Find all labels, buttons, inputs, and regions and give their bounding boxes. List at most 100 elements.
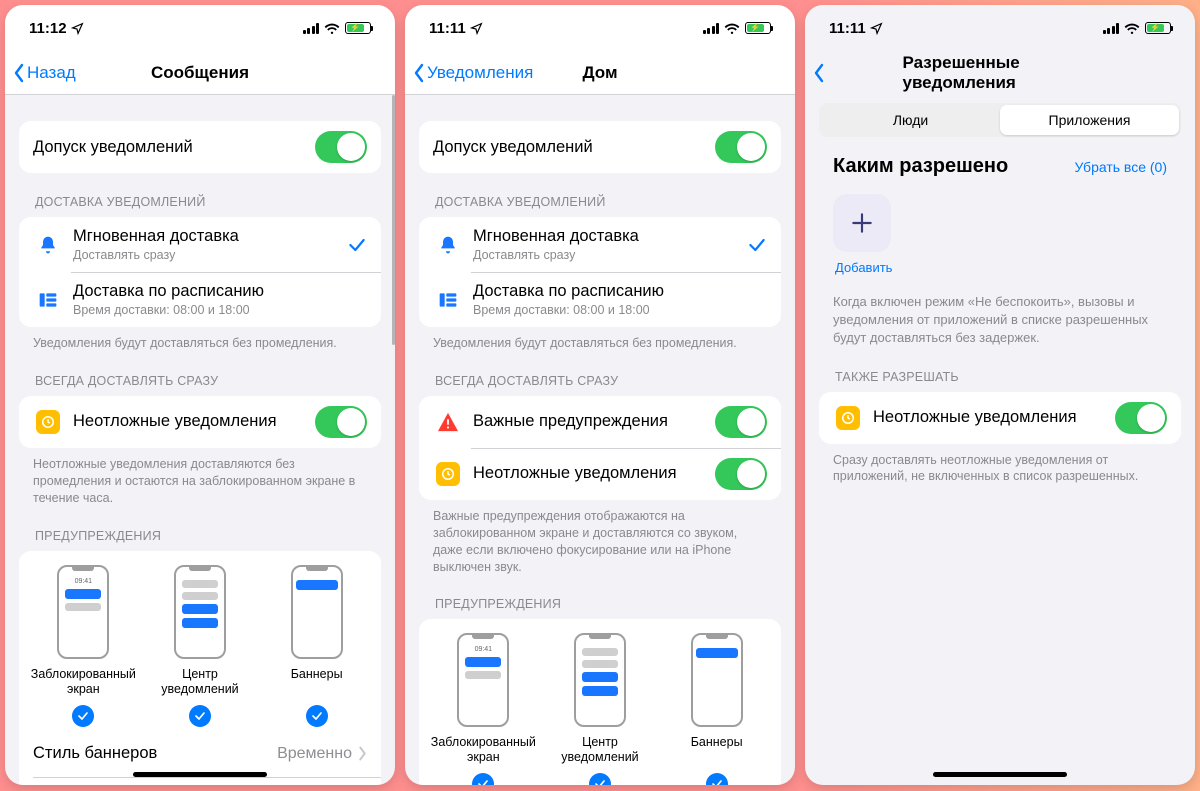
alert-lock-option[interactable]: 09:41 Заблокированный экран — [26, 565, 142, 727]
add-label[interactable]: Добавить — [835, 260, 892, 275]
status-time: 11:11 — [829, 20, 866, 37]
remove-all-link[interactable]: Убрать все (0) — [1074, 159, 1167, 175]
urgent-toggle[interactable] — [315, 406, 367, 438]
alert-center-label: Центр уведомлений — [542, 735, 658, 765]
immediate-title: Мгновенная доставка — [473, 227, 747, 246]
urgent-toggle[interactable] — [715, 458, 767, 490]
alert-lock-label: Заблокированный экран — [426, 735, 542, 765]
battery-icon: ⚡ — [1145, 22, 1171, 34]
banner-style-row[interactable]: Стиль баннеров Временно — [19, 731, 381, 777]
chevron-left-icon — [813, 63, 825, 83]
scheduled-sub: Время доставки: 08:00 и 18:00 — [73, 303, 367, 317]
alert-lock-option[interactable]: 09:41 Заблокированный экран — [426, 633, 542, 785]
center-preview-icon — [574, 633, 626, 727]
schedule-icon — [38, 290, 58, 310]
alert-lock-label: Заблокированный экран — [26, 667, 142, 697]
clock-icon — [436, 462, 460, 486]
sounds-row[interactable]: Звуки Нота — [19, 777, 381, 786]
banner-style-value: Временно — [277, 745, 352, 763]
allow-notifications-row[interactable]: Допуск уведомлений — [419, 121, 781, 173]
urgent-row[interactable]: Неотложные уведомления — [19, 396, 381, 448]
scheduled-delivery-row[interactable]: Доставка по расписанию Время доставки: 0… — [19, 272, 381, 327]
nav-header: Уведомления Дом — [405, 51, 795, 95]
chevron-left-icon — [413, 63, 425, 83]
checkmark-icon — [747, 235, 767, 255]
banners-preview-icon — [691, 633, 743, 727]
location-icon — [470, 22, 483, 35]
bell-icon — [438, 234, 458, 256]
wifi-icon — [724, 22, 740, 34]
always-footer: Важные предупреждения отображаются на за… — [405, 500, 795, 576]
segment-people[interactable]: Люди — [821, 105, 1000, 135]
warning-icon — [437, 412, 459, 432]
delivery-header: ДОСТАВКА УВЕДОМЛЕНИЙ — [405, 195, 795, 217]
scheduled-delivery-row[interactable]: Доставка по расписанию Время доставки: 0… — [419, 272, 781, 327]
back-button[interactable]: Назад — [13, 63, 76, 83]
allow-notifications-toggle[interactable] — [315, 131, 367, 163]
segment-apps[interactable]: Приложения — [1000, 105, 1179, 135]
immediate-title: Мгновенная доставка — [73, 227, 347, 246]
nav-header: Разрешенные уведомления — [805, 51, 1195, 95]
urgent-row[interactable]: Неотложные уведомления — [819, 392, 1181, 444]
alert-banners-check — [706, 773, 728, 785]
screen-messages: 11:12 ⚡ Назад Сообщения Допуск уведомлен… — [5, 5, 395, 785]
alert-center-option[interactable]: Центр уведомлений — [542, 633, 658, 785]
page-title: Дом — [582, 63, 617, 83]
back-button[interactable] — [813, 63, 825, 83]
back-button[interactable]: Уведомления — [413, 63, 533, 83]
wifi-icon — [1124, 22, 1140, 34]
battery-icon: ⚡ — [745, 22, 771, 34]
critical-label: Важные предупреждения — [473, 412, 715, 431]
schedule-icon — [438, 290, 458, 310]
alert-center-option[interactable]: Центр уведомлений — [142, 565, 258, 727]
urgent-label: Неотложные уведомления — [873, 408, 1115, 427]
page-title: Разрешенные уведомления — [903, 53, 1098, 93]
allowed-footer: Когда включен режим «Не беспокоить», выз… — [805, 275, 1195, 348]
status-time: 11:12 — [29, 20, 67, 37]
urgent-toggle[interactable] — [1115, 402, 1167, 434]
allow-notifications-toggle[interactable] — [715, 131, 767, 163]
also-allow-footer: Сразу доставлять неотложные уведомления … — [805, 444, 1195, 486]
status-bar: 11:11 ⚡ — [805, 5, 1195, 51]
immediate-sub: Доставлять сразу — [73, 248, 347, 262]
alert-banners-option[interactable]: Баннеры — [259, 565, 375, 727]
clock-icon — [836, 406, 860, 430]
delivery-footer: Уведомления будут доставляться без проме… — [405, 327, 795, 352]
urgent-row[interactable]: Неотложные уведомления — [419, 448, 781, 500]
alert-center-check — [589, 773, 611, 785]
also-allow-header: ТАКЖЕ РАЗРЕШАТЬ — [805, 370, 1195, 392]
critical-row[interactable]: Важные предупреждения — [419, 396, 781, 448]
urgent-footer: Неотложные уведомления доставляются без … — [5, 448, 395, 507]
lock-preview-icon: 09:41 — [57, 565, 109, 659]
alerts-header: ПРЕДУПРЕЖДЕНИЯ — [405, 597, 795, 619]
allow-notifications-row[interactable]: Допуск уведомлений — [19, 121, 381, 173]
allow-notifications-label: Допуск уведомлений — [433, 138, 715, 157]
alert-style-row: 09:41 Заблокированный экран Центр уведом… — [419, 619, 781, 785]
home-indicator[interactable] — [133, 772, 267, 777]
nav-header: Назад Сообщения — [5, 51, 395, 95]
scrollbar[interactable] — [392, 95, 395, 345]
alert-style-row: 09:41 Заблокированный экран Центр уведом… — [19, 551, 381, 731]
status-time: 11:11 — [429, 20, 466, 37]
urgent-label: Неотложные уведомления — [73, 412, 315, 431]
immediate-sub: Доставлять сразу — [473, 248, 747, 262]
scheduled-sub: Время доставки: 08:00 и 18:00 — [473, 303, 767, 317]
alert-banners-option[interactable]: Баннеры — [659, 633, 775, 785]
location-icon — [71, 22, 84, 35]
location-icon — [870, 22, 883, 35]
cellular-icon — [703, 23, 720, 34]
add-button[interactable] — [833, 194, 891, 252]
critical-toggle[interactable] — [715, 406, 767, 438]
back-label: Назад — [27, 63, 76, 83]
alert-lock-check — [472, 773, 494, 785]
checkmark-icon — [347, 235, 367, 255]
allowed-title: Каким разрешено — [833, 155, 1008, 178]
cellular-icon — [1103, 23, 1120, 34]
clock-icon — [36, 410, 60, 434]
home-indicator[interactable] — [933, 772, 1067, 777]
immediate-delivery-row[interactable]: Мгновенная доставка Доставлять сразу — [19, 217, 381, 272]
banner-style-label: Стиль баннеров — [33, 744, 277, 763]
alert-lock-check — [72, 705, 94, 727]
segmented-control[interactable]: Люди Приложения — [819, 103, 1181, 137]
immediate-delivery-row[interactable]: Мгновенная доставка Доставлять сразу — [419, 217, 781, 272]
